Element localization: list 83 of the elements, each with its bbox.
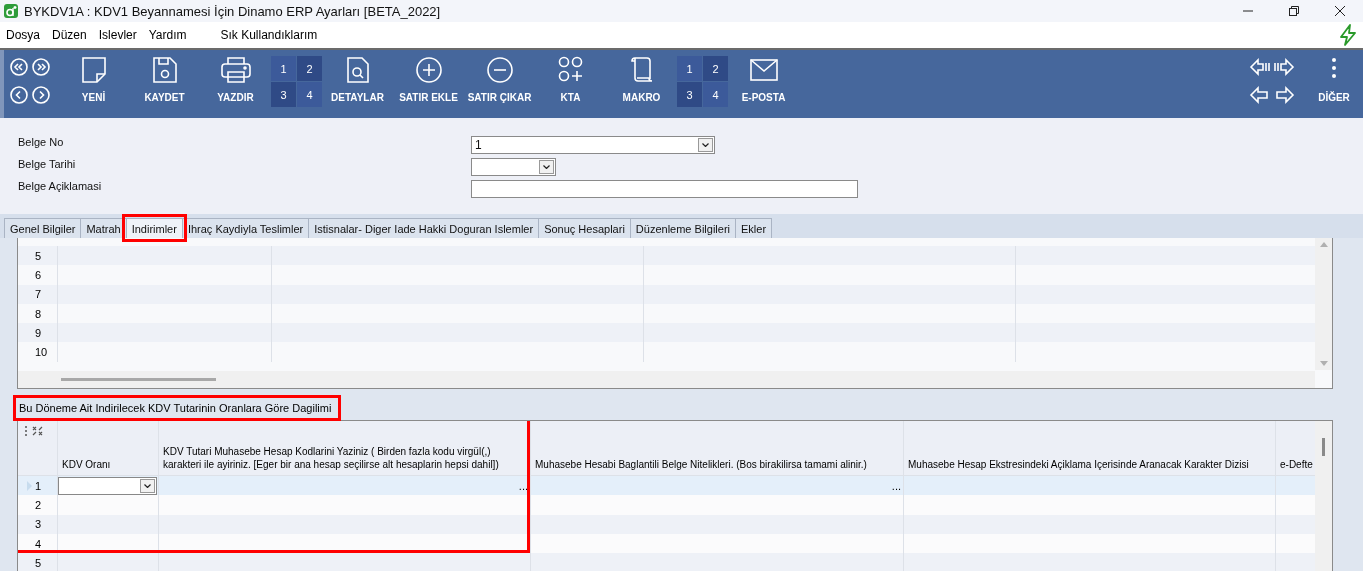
circles-plus-icon	[557, 56, 584, 84]
row-number: 10	[18, 342, 58, 362]
dropdown-button[interactable]	[539, 160, 554, 174]
last-record-icon[interactable]	[32, 58, 50, 76]
menu-item[interactable]: Dosya	[0, 28, 46, 42]
toolbar-button[interactable]: E-POSTA	[728, 50, 799, 118]
menu-item[interactable]: Yardım	[142, 28, 193, 42]
minus-circle-icon	[485, 56, 514, 84]
row-number: 5	[18, 553, 58, 571]
page-button[interactable]: 4	[703, 82, 728, 107]
plus-circle-icon	[414, 56, 443, 84]
tab[interactable]: Istisnalar- Diger Iade Hakki Doguran Islemler	[308, 218, 540, 238]
row-number: 9	[18, 323, 58, 343]
page-button[interactable]: 1	[271, 56, 296, 81]
menu-item[interactable]: Sık Kullandıklarım	[214, 28, 324, 42]
toolbar-button[interactable]: SATIR EKLE	[393, 50, 464, 118]
input-field[interactable]	[471, 180, 858, 198]
field-label: Belge No	[18, 136, 65, 148]
chevron-down-icon	[702, 143, 709, 147]
page-button[interactable]: 2	[703, 56, 728, 81]
toolbar-button[interactable]: KTA	[535, 50, 606, 118]
page-button[interactable]: 4	[297, 82, 322, 107]
page-button[interactable]: 1	[677, 56, 702, 81]
dropdown-button[interactable]	[140, 478, 155, 493]
tab[interactable]: Matrah	[80, 218, 127, 238]
scrollbar[interactable]	[18, 371, 1315, 388]
menu-item[interactable]: Düzen	[46, 28, 93, 42]
column-header[interactable]: KDV Tutari Muhasebe Hesap Kodlarini Yaziniz ( Birden fazla kodu virgül(,) karakteri ile ayiriniz. [Eger bir ana hesap seçilirse alt hesaplarin hepsi dahil])	[159, 421, 531, 475]
next-icon[interactable]	[32, 86, 50, 104]
toolbar-button[interactable]: SATIR ÇIKAR	[464, 50, 535, 118]
row-number: 6	[18, 265, 58, 285]
left-arrow-icon[interactable]	[1249, 86, 1271, 104]
tab[interactable]: Ihraç Kaydiyla Teslimler	[181, 218, 310, 238]
printer-icon	[220, 56, 251, 84]
field-label: Belge Tarihi	[18, 158, 77, 170]
first-arrow-icon[interactable]	[1249, 58, 1271, 76]
right-arrow-icon[interactable]	[1273, 86, 1295, 104]
scrollbar[interactable]	[1315, 238, 1332, 370]
column-header[interactable]: Muhasebe Hesap Ekstresindeki Açiklama Içerisinde Aranacak Karakter Dizisi	[904, 421, 1276, 475]
toolbar-button[interactable]: YENİ	[58, 50, 129, 118]
restore-icon	[1289, 6, 1299, 16]
toolbar-button[interactable]: MAKRO	[606, 50, 677, 118]
scroll-thumb[interactable]	[1322, 438, 1325, 456]
chevron-down-icon	[144, 483, 151, 488]
lightning-icon[interactable]	[1339, 24, 1357, 46]
tab[interactable]: Düzenleme Bilgileri	[629, 218, 736, 238]
envelope-icon	[749, 56, 778, 84]
column-header[interactable]: KDV Oranı	[58, 421, 159, 475]
row-number: 3	[18, 514, 58, 534]
document-search-icon	[345, 56, 370, 84]
dropdown-button[interactable]	[698, 138, 713, 152]
chevron-down-icon	[543, 165, 550, 169]
scroll-thumb[interactable]	[61, 378, 216, 381]
combo-box[interactable]: 1	[471, 136, 715, 154]
first-record-icon[interactable]	[10, 58, 28, 76]
tab[interactable]: Sonuç Hesaplari	[538, 218, 631, 238]
page-button[interactable]: 3	[271, 82, 296, 107]
date-field[interactable]	[471, 158, 556, 176]
page-icon	[80, 56, 107, 84]
last-arrow-icon[interactable]	[1273, 58, 1295, 76]
tab[interactable]: Genel Bilgiler	[4, 218, 82, 238]
close-icon	[1335, 6, 1345, 16]
page-button[interactable]: 2	[297, 56, 322, 81]
row-number: 2	[18, 495, 58, 515]
tab[interactable]: Ekler	[735, 218, 773, 238]
page-button[interactable]: 3	[677, 82, 702, 107]
scrollbar[interactable]	[1315, 421, 1332, 571]
window-title: BYKDV1A : KDV1 Beyannamesi İçin Dinamo ERP Ayarları [BETA_2022]	[24, 3, 442, 19]
previous-icon[interactable]	[10, 86, 28, 104]
column-header[interactable]: Muhasebe Hesabi Baglantili Belge Nitelikleri. (Bos birakilirsa tamami alinir.)	[531, 421, 904, 475]
field-label: Belge Açiklamasi	[18, 180, 103, 192]
ellipsis-button[interactable]: ...	[517, 481, 529, 490]
menu-item[interactable]: Islevler	[92, 28, 143, 42]
toolbar-button[interactable]: YAZDIR	[200, 50, 271, 118]
toolbar-button[interactable]: KAYDET	[129, 50, 200, 118]
app-logo-icon	[4, 4, 18, 18]
toolbar-button[interactable]: DETAYLAR	[322, 50, 393, 118]
scroll-icon	[628, 56, 655, 84]
row-number: 7	[18, 284, 58, 304]
row-number: 5	[18, 246, 58, 266]
more-button[interactable]: DİĞER	[1305, 50, 1363, 118]
ellipsis-button[interactable]: ...	[890, 481, 902, 490]
scroll-down-icon	[1319, 361, 1328, 366]
